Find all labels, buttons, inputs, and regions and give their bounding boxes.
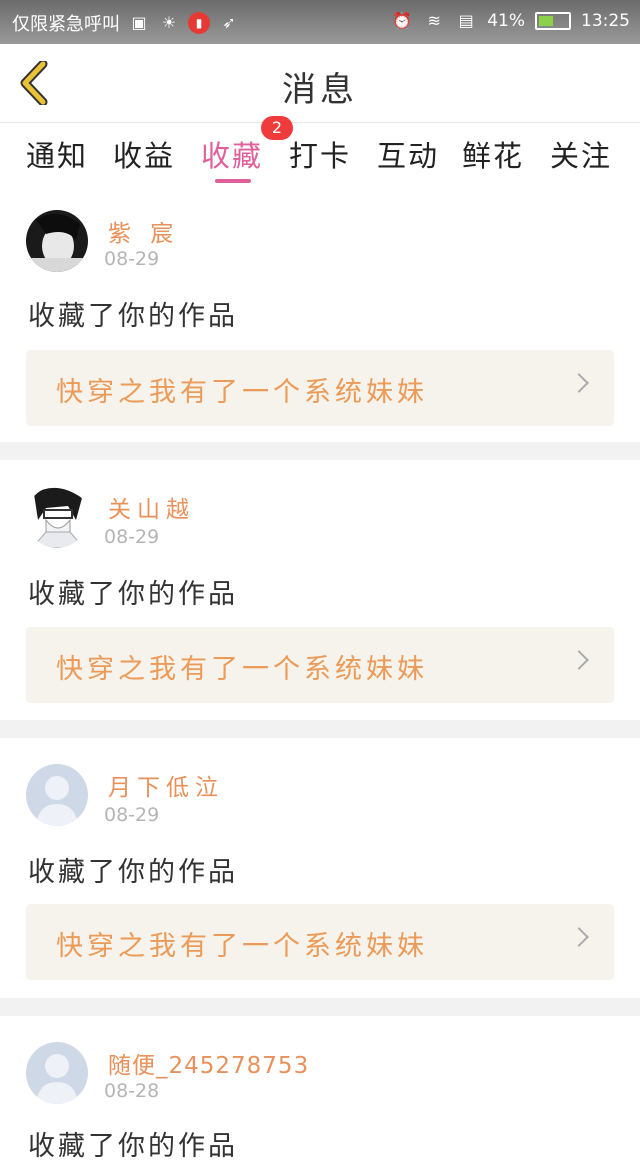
message-card: 紫 宸 08-29 收藏了你的作品 快穿之我有了一个系统妹妹 [0, 190, 640, 442]
chevron-right-icon [569, 373, 589, 393]
avatar[interactable] [26, 210, 88, 272]
username[interactable]: 关山越 [108, 490, 195, 524]
message-date: 08-29 [104, 804, 160, 826]
action-text: 收藏了你的作品 [28, 301, 238, 332]
notification-icon: ▮ [188, 12, 210, 34]
work-link[interactable]: 快穿之我有了一个系统妹妹 [26, 350, 614, 426]
alarm-icon: ⏰ [392, 11, 413, 30]
tab-follows[interactable]: 关注 [550, 133, 612, 175]
message-card: 随便_245278753 08-28 收藏了你的作品 [0, 1016, 640, 1162]
clock: 13:25 [581, 11, 630, 31]
chevron-right-icon [569, 650, 589, 670]
message-date: 08-28 [104, 1080, 160, 1102]
message-date: 08-29 [104, 248, 160, 270]
status-bar: 仅限紧急呼叫 ▣ ☀ ▮ ➶ ⏰ ≋ ▤ 41% 13:25 [0, 0, 640, 44]
lightbulb-icon: ☀ [161, 13, 177, 32]
work-title: 快穿之我有了一个系统妹妹 [56, 931, 428, 962]
unread-badge: 2 [261, 116, 293, 140]
tab-earnings[interactable]: 收益 [113, 133, 175, 175]
tab-flowers[interactable]: 鲜花 [462, 133, 524, 175]
message-card: 关山越 08-29 收藏了你的作品 快穿之我有了一个系统妹妹 [0, 460, 640, 720]
divider [0, 720, 640, 738]
rocket-icon: ➶ [222, 13, 236, 32]
sim-icon: ▤ [458, 11, 474, 30]
avatar-placeholder[interactable] [26, 1042, 88, 1104]
wifi-icon: ≋ [427, 11, 441, 30]
page-title: 消息 [282, 70, 358, 110]
avatar-placeholder[interactable] [26, 764, 88, 826]
tab-interaction[interactable]: 互动 [377, 133, 439, 175]
work-link[interactable]: 快穿之我有了一个系统妹妹 [26, 627, 614, 703]
tab-favorites[interactable]: 收藏 [201, 133, 263, 175]
divider [0, 998, 640, 1016]
divider [0, 442, 640, 460]
action-text: 收藏了你的作品 [28, 579, 238, 610]
battery-icon [535, 12, 571, 30]
username[interactable]: 紫 宸 [108, 214, 179, 248]
navigation-bar: 消息 [0, 44, 640, 123]
chevron-right-icon [569, 927, 589, 947]
username[interactable]: 月下低泣 [108, 768, 224, 802]
work-title: 快穿之我有了一个系统妹妹 [56, 654, 428, 685]
tab-checkin[interactable]: 打卡 [289, 133, 351, 175]
tab-bar: 通知 收益 收藏 打卡 互动 鲜花 关注 [0, 123, 640, 187]
action-text: 收藏了你的作品 [28, 857, 238, 888]
username[interactable]: 随便_245278753 [108, 1046, 309, 1080]
active-tab-indicator [215, 179, 251, 183]
image-icon: ▣ [131, 13, 147, 32]
battery-percent: 41% [487, 11, 525, 31]
message-date: 08-29 [104, 526, 160, 548]
work-link[interactable]: 快穿之我有了一个系统妹妹 [26, 904, 614, 980]
action-text: 收藏了你的作品 [28, 1131, 238, 1162]
avatar[interactable] [26, 486, 88, 548]
tab-notifications[interactable]: 通知 [26, 133, 88, 175]
work-title: 快穿之我有了一个系统妹妹 [56, 377, 428, 408]
message-card: 月下低泣 08-29 收藏了你的作品 快穿之我有了一个系统妹妹 [0, 738, 640, 998]
carrier-text: 仅限紧急呼叫 [12, 14, 120, 35]
